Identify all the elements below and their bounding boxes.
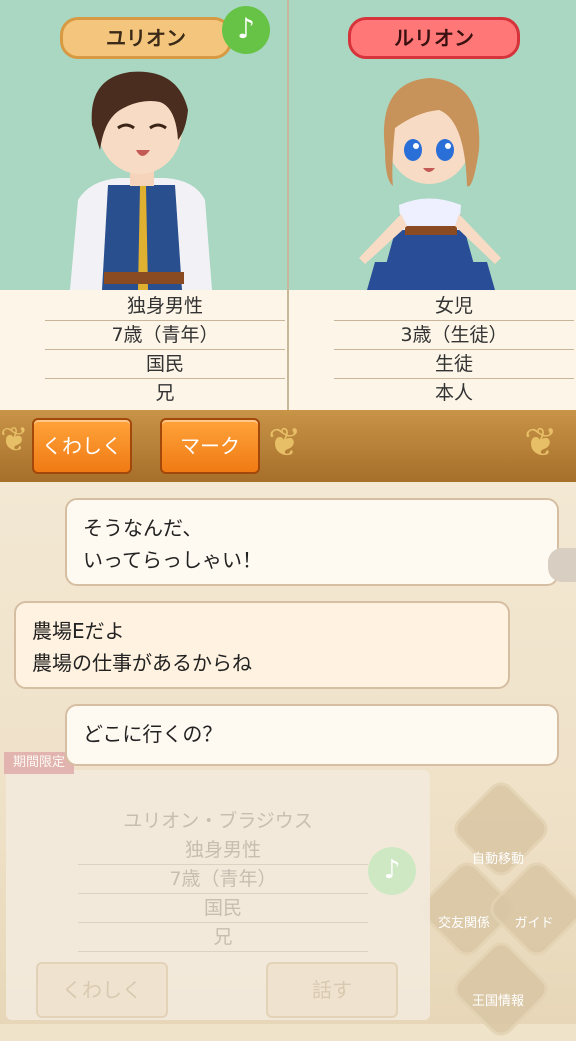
limited-time-tag: 期間限定: [4, 752, 74, 774]
music-note-icon[interactable]: ♪: [368, 847, 416, 895]
speech-bubble-left[interactable]: 農場Eだよ 農場の仕事があるからね: [14, 601, 510, 689]
speech-bubble-right[interactable]: どこに行くの？: [65, 704, 559, 766]
ornament-icon: ❦: [268, 420, 302, 466]
right-info-row: 本人: [434, 382, 473, 404]
card-row: 7歳（青年）: [78, 865, 368, 894]
bubble-line: どこに行くの？: [83, 722, 223, 746]
card-full-name: ユリオン・ブラジウス: [123, 810, 313, 832]
card-row: 兄: [78, 923, 368, 952]
ornament-icon: ❦: [524, 420, 558, 466]
ornament-icon: ❦: [0, 420, 29, 460]
left-info-row: 7歳（青年）: [45, 321, 285, 350]
right-info-row: 3歳（生徒）: [334, 321, 574, 350]
right-character-name[interactable]: ルリオン: [348, 17, 520, 59]
panel-divider: [287, 0, 289, 410]
left-info-row: 独身男性: [45, 292, 285, 321]
card-talk-button[interactable]: 話す: [266, 962, 398, 1018]
left-info-row: 国民: [45, 350, 285, 379]
left-info-row: 兄: [155, 382, 175, 404]
card-info-table: 独身男性 7歳（青年） 国民 兄: [6, 836, 430, 956]
speech-bubble-right[interactable]: そうなんだ、 いってらっしゃい！: [65, 498, 559, 586]
right-info-row: 生徒: [334, 350, 574, 379]
bubble-line: 農場の仕事があるからね: [32, 651, 252, 675]
left-character-name[interactable]: ユリオン: [60, 17, 232, 59]
bubble-line: そうなんだ、: [83, 516, 203, 540]
detail-button[interactable]: くわしく: [32, 418, 132, 474]
card-row: 独身男性: [78, 836, 368, 865]
left-character-info: 独身男性 7歳（青年） 国民 兄: [0, 290, 287, 410]
kingdom-info-label: 王国情報: [471, 994, 524, 1009]
music-note-icon[interactable]: ♪: [222, 6, 270, 54]
right-info-row: 女児: [334, 292, 574, 321]
guide-label: ガイド: [514, 916, 554, 931]
right-character-info: 女児 3歳（生徒） 生徒 本人: [289, 290, 576, 410]
mark-button[interactable]: マーク: [160, 418, 260, 474]
card-detail-button[interactable]: くわしく: [36, 962, 168, 1018]
bubble-line: 農場Eだよ: [32, 619, 125, 643]
card-row: 国民: [78, 894, 368, 923]
scroll-handle[interactable]: [548, 548, 576, 582]
bubble-line: いってらっしゃい！: [83, 548, 262, 572]
